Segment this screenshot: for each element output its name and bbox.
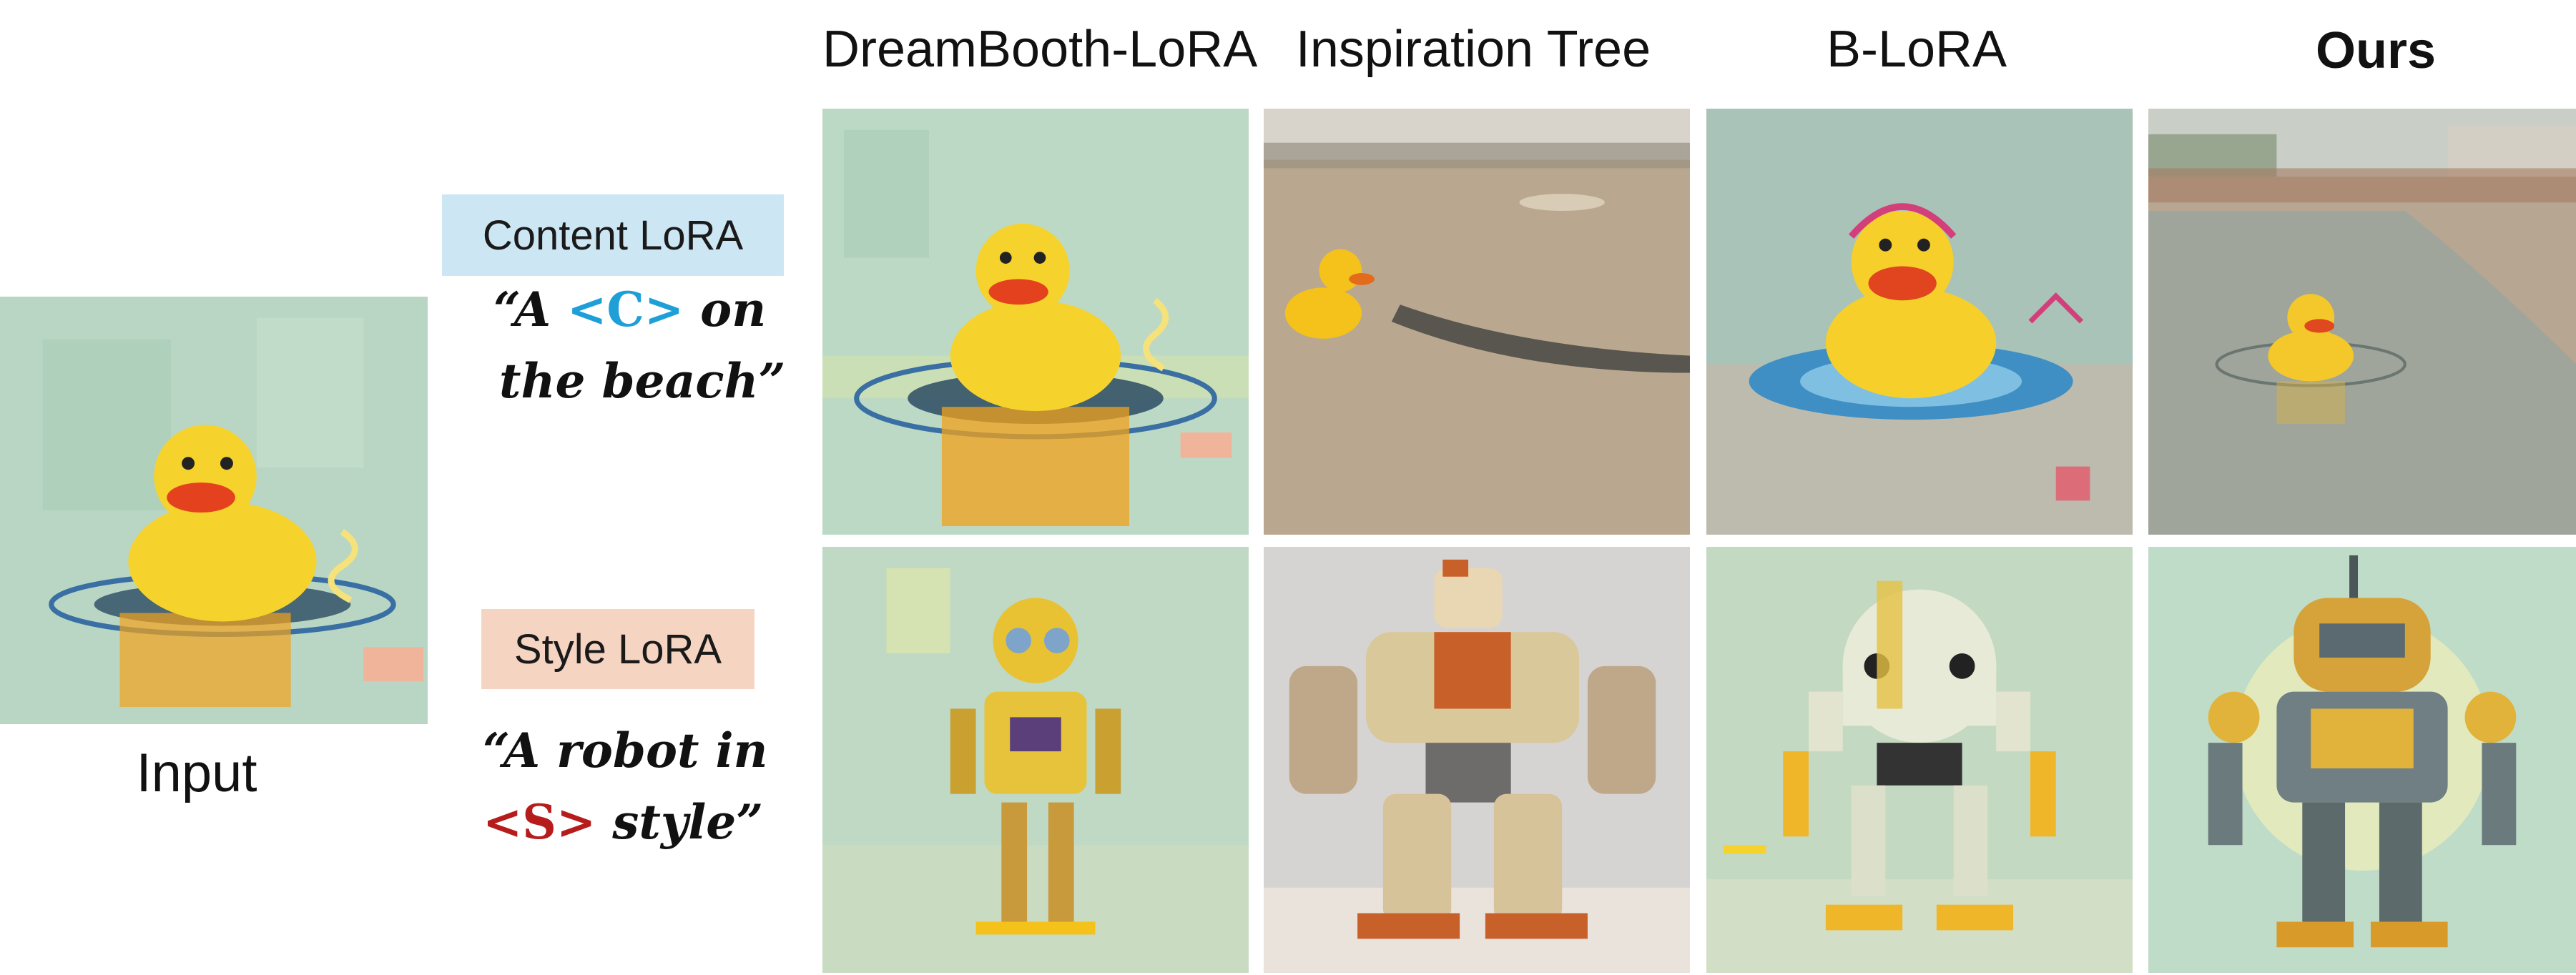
column-header-dreambooth-lora: DreamBooth-LoRA (822, 21, 1258, 78)
content-prompt-after: on (684, 282, 767, 337)
style-prompt-after: style” (596, 794, 764, 850)
input-image (0, 297, 428, 724)
ours-style-image (2148, 547, 2576, 973)
style-lora-prompt: “A robot in <S> style” (483, 715, 768, 858)
content-lora-prompt: “A <C> on the beach” (493, 274, 785, 417)
content-lora-label: Content LoRA (482, 212, 744, 259)
style-token: <S> (483, 794, 596, 850)
style-prompt-line1: “A robot in (483, 723, 768, 778)
b-lora-style-image (1706, 547, 2133, 973)
content-token: <C> (567, 282, 684, 337)
content-prompt-line2: the beach” (499, 353, 786, 409)
column-header-b-lora: B-LoRA (1826, 21, 2007, 78)
content-lora-badge: Content LoRA (442, 194, 784, 276)
inspiration-tree-content-image (1264, 109, 1690, 535)
dreambooth-lora-content-image (822, 109, 1249, 535)
column-header-inspiration-tree: Inspiration Tree (1295, 21, 1651, 78)
content-prompt-open: “A (493, 282, 568, 337)
style-lora-badge: Style LoRA (481, 609, 754, 689)
column-header-ours: Ours (2315, 22, 2437, 79)
input-label: Input (136, 743, 257, 803)
dreambooth-lora-style-image (822, 547, 1249, 973)
ours-content-image (2148, 109, 2576, 535)
style-lora-label: Style LoRA (513, 625, 722, 673)
b-lora-content-image (1706, 109, 2133, 535)
inspiration-tree-style-image (1264, 547, 1690, 973)
